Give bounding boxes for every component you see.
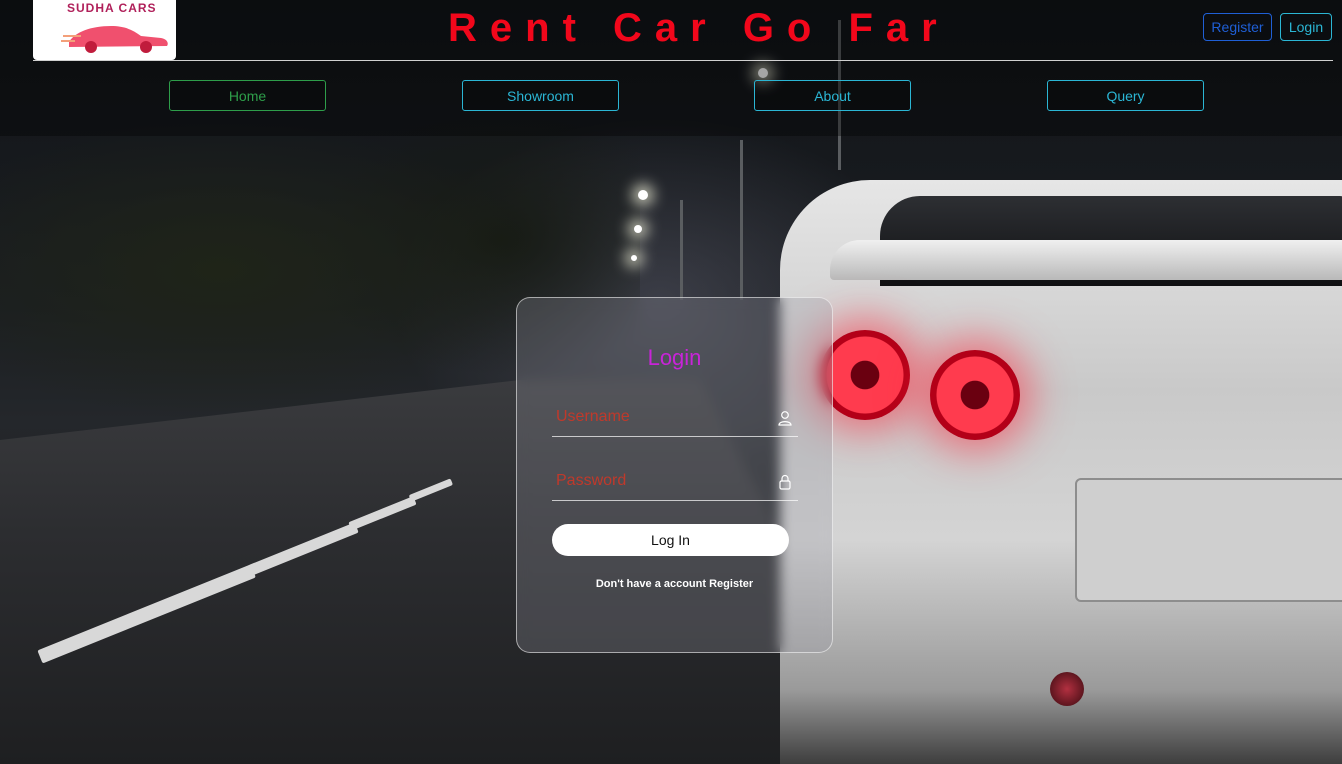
license-plate-area: [1075, 478, 1342, 602]
exhaust: [1050, 672, 1084, 706]
site-header: SUDHA CARS Rent Car Go Far Register Logi…: [0, 0, 1342, 136]
nav-showroom[interactable]: Showroom: [462, 80, 619, 111]
taillight: [930, 350, 1020, 440]
logo-text: SUDHA CARS: [67, 1, 157, 15]
site-logo[interactable]: SUDHA CARS: [33, 0, 176, 60]
user-icon: [778, 411, 792, 426]
street-light: [634, 225, 642, 233]
site-title: Rent Car Go Far: [448, 6, 950, 50]
register-prompt-text: Don't have a account: [595, 578, 707, 590]
nav-query[interactable]: Query: [1047, 80, 1204, 111]
username-field: [552, 400, 798, 437]
street-pole: [680, 200, 683, 300]
username-input[interactable]: [552, 400, 770, 434]
nav-about[interactable]: About: [754, 80, 911, 111]
password-field: [552, 464, 798, 501]
login-button[interactable]: Login: [1280, 13, 1332, 41]
car-logo-icon: [61, 26, 168, 53]
register-button[interactable]: Register: [1203, 13, 1272, 41]
taillight: [820, 330, 910, 420]
car-spoiler: [830, 240, 1342, 280]
nav-home[interactable]: Home: [169, 80, 326, 111]
register-prompt: Don't have a account Register: [517, 578, 832, 590]
password-input[interactable]: [552, 464, 770, 498]
log-in-button[interactable]: Log In: [552, 524, 789, 556]
street-light: [638, 190, 648, 200]
register-link[interactable]: Register: [709, 578, 753, 590]
lock-icon: [779, 474, 791, 490]
street-pole: [740, 140, 743, 300]
login-card: Login Log In Don't have a account Regist…: [516, 297, 833, 653]
header-divider: [33, 60, 1333, 61]
street-light: [631, 255, 637, 261]
login-title: Login: [647, 345, 702, 370]
